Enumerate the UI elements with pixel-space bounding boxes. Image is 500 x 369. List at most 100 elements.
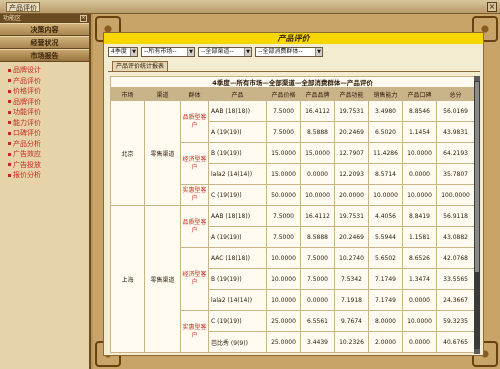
sidebar-header-label: 功能区	[3, 15, 22, 22]
sidebar-item-label: 能力评价	[13, 118, 41, 127]
cell-sales: 7.1749	[368, 268, 403, 290]
cell-group[interactable]: 实惠型客户	[180, 184, 209, 206]
report-table-container: 4季度—所有市场—全部渠道—全部消费群体—产品评价 市场 渠道 群体 产品 产品…	[110, 76, 474, 354]
sidebar-item-label: 品牌设计	[13, 66, 41, 74]
sidebar-item-label: 品牌评价	[13, 97, 41, 106]
sidebar-item-function-eval[interactable]: 功能评价	[0, 107, 89, 118]
col-header-sales: 销售能力	[368, 87, 403, 101]
report-table: 4季度—所有市场—全部渠道—全部消费群体—产品评价 市场 渠道 群体 产品 产品…	[110, 76, 474, 353]
market-select[interactable]: --所有市场-- ▼	[141, 47, 195, 57]
cell-product: lala2 (14(14))	[208, 289, 267, 311]
cell-sales: 5.5944	[368, 226, 403, 248]
cell-sales: 5.6502	[368, 247, 403, 269]
cell-function: 12.2093	[334, 163, 369, 185]
cell-sales: 11.4286	[368, 142, 403, 164]
sidebar-item-brand-eval[interactable]: 品牌评价	[0, 97, 89, 108]
cell-brand: 15.0000	[300, 142, 335, 164]
pin-icon[interactable]: ×	[80, 15, 87, 22]
cell-brand: 3.4439	[300, 331, 335, 353]
cell-sales: 2.0000	[368, 331, 403, 353]
bullet-icon	[8, 152, 11, 156]
bullet-icon	[8, 173, 11, 177]
sidebar-item-label: 产品分析	[13, 139, 41, 148]
cell-brand: 7.5000	[300, 268, 335, 290]
cell-function: 7.5342	[334, 268, 369, 290]
col-header-brand: 产品品牌	[300, 87, 335, 101]
cell-sales: 6.5020	[368, 121, 403, 143]
sidebar-item-label: 广告投放	[13, 160, 41, 169]
cell-price: 10.0000	[266, 268, 301, 290]
window-title: 产品评价	[6, 2, 40, 12]
cell-brand: 8.5888	[300, 121, 335, 143]
chevron-down-icon: ▼	[130, 48, 137, 56]
cell-wordofmouth: 0.0000	[402, 331, 437, 353]
cell-price: 15.0000	[266, 142, 301, 164]
bullet-icon	[8, 121, 11, 124]
sidebar-section-operations[interactable]: 经营状况	[0, 36, 89, 49]
bullet-icon	[8, 100, 11, 103]
cell-wordofmouth: 1.1581	[402, 226, 437, 248]
cell-total: 100.0000	[435, 184, 474, 206]
cell-group[interactable]: 实惠型客户	[180, 310, 209, 353]
cell-sales: 3.4980	[368, 100, 403, 122]
cell-sales: 7.1749	[368, 289, 403, 311]
col-header-group: 群体	[180, 87, 209, 101]
channel-select-value: --全部渠道--	[201, 48, 234, 55]
cell-brand: 0.0000	[300, 163, 335, 185]
scrollbar-thumb[interactable]	[475, 82, 479, 272]
vertical-scrollbar[interactable]	[474, 76, 480, 354]
cell-group[interactable]: 品质型客户	[180, 100, 209, 143]
bullet-icon	[8, 131, 11, 135]
cell-wordofmouth: 1.3474	[402, 268, 437, 290]
cell-group[interactable]: 品质型客户	[180, 205, 209, 248]
sidebar-section-decision[interactable]: 决策内容	[0, 23, 89, 36]
cell-product: B (19(19))	[208, 142, 267, 164]
cell-group[interactable]: 经济型客户	[180, 142, 209, 185]
sidebar-item-label: 产品评价	[13, 76, 41, 85]
scroll-down-icon[interactable]	[474, 349, 480, 354]
chevron-down-icon: ▼	[315, 48, 322, 56]
tab-product-eval-report[interactable]: 产品评价统计报表	[112, 61, 169, 71]
col-header-total: 总分	[435, 87, 474, 101]
sidebar-item-product-eval[interactable]: 产品评价	[0, 76, 89, 87]
cell-total: 64.2193	[435, 142, 474, 164]
scroll-up-icon[interactable]	[474, 76, 480, 81]
sidebar-item-price-eval[interactable]: 价格评价	[0, 86, 89, 97]
sidebar-item-wordofmouth-eval[interactable]: 口碑评价	[0, 128, 89, 139]
cell-product: 芭比秀 (9(9))	[208, 331, 267, 353]
cell-total: 35.7807	[435, 163, 474, 185]
sidebar-item-label: 口碑评价	[13, 129, 41, 137]
cell-group[interactable]: 经济型客户	[180, 247, 209, 311]
sidebar-section-market-report[interactable]: 市场报告	[0, 49, 89, 62]
cell-price: 7.5000	[266, 100, 301, 122]
cell-product: AAC (18(18))	[208, 247, 267, 269]
cell-brand: 16.4112	[300, 205, 335, 227]
cell-total: 42.0768	[435, 247, 474, 269]
sidebar-item-brand-design[interactable]: 品牌设计	[0, 65, 89, 76]
sidebar-item-list: 品牌设计 产品评价 价格评价 品牌评价 功能评价 能力评价 口碑评价 产品分析 …	[0, 62, 89, 181]
sidebar-item-product-analysis[interactable]: 产品分析	[0, 139, 89, 150]
cell-price: 10.0000	[266, 289, 301, 311]
cell-brand: 10.0000	[300, 184, 335, 206]
col-header-wordofmouth: 产品口碑	[402, 87, 437, 101]
cell-product: AAB (18(18))	[208, 100, 267, 122]
cell-sales: 4.4056	[368, 205, 403, 227]
cell-channel: 零售渠道	[144, 100, 181, 206]
sidebar-item-quote-analysis[interactable]: 报价分析	[0, 170, 89, 181]
sidebar-item-ad-placement[interactable]: 广告投放	[0, 160, 89, 171]
sidebar-item-label: 报价分析	[13, 171, 41, 179]
sidebar-item-ability-eval[interactable]: 能力评价	[0, 118, 89, 129]
cell-product: lala2 (14(14))	[208, 163, 267, 185]
cell-function: 19.7531	[334, 100, 369, 122]
sidebar-item-ad-effect[interactable]: 广告效应	[0, 149, 89, 160]
consumer-group-select[interactable]: --全部消费群体-- ▼	[255, 47, 323, 57]
cell-total: 56.0169	[435, 100, 474, 122]
cell-brand: 0.0000	[300, 289, 335, 311]
cell-price: 7.5000	[266, 226, 301, 248]
cell-function: 10.2740	[334, 247, 369, 269]
quarter-select[interactable]: 4季度 ▼	[108, 47, 138, 57]
cell-function: 7.1918	[334, 289, 369, 311]
cell-wordofmouth: 10.0000	[402, 184, 437, 206]
close-icon[interactable]: ×	[487, 2, 497, 12]
channel-select[interactable]: --全部渠道-- ▼	[198, 47, 252, 57]
